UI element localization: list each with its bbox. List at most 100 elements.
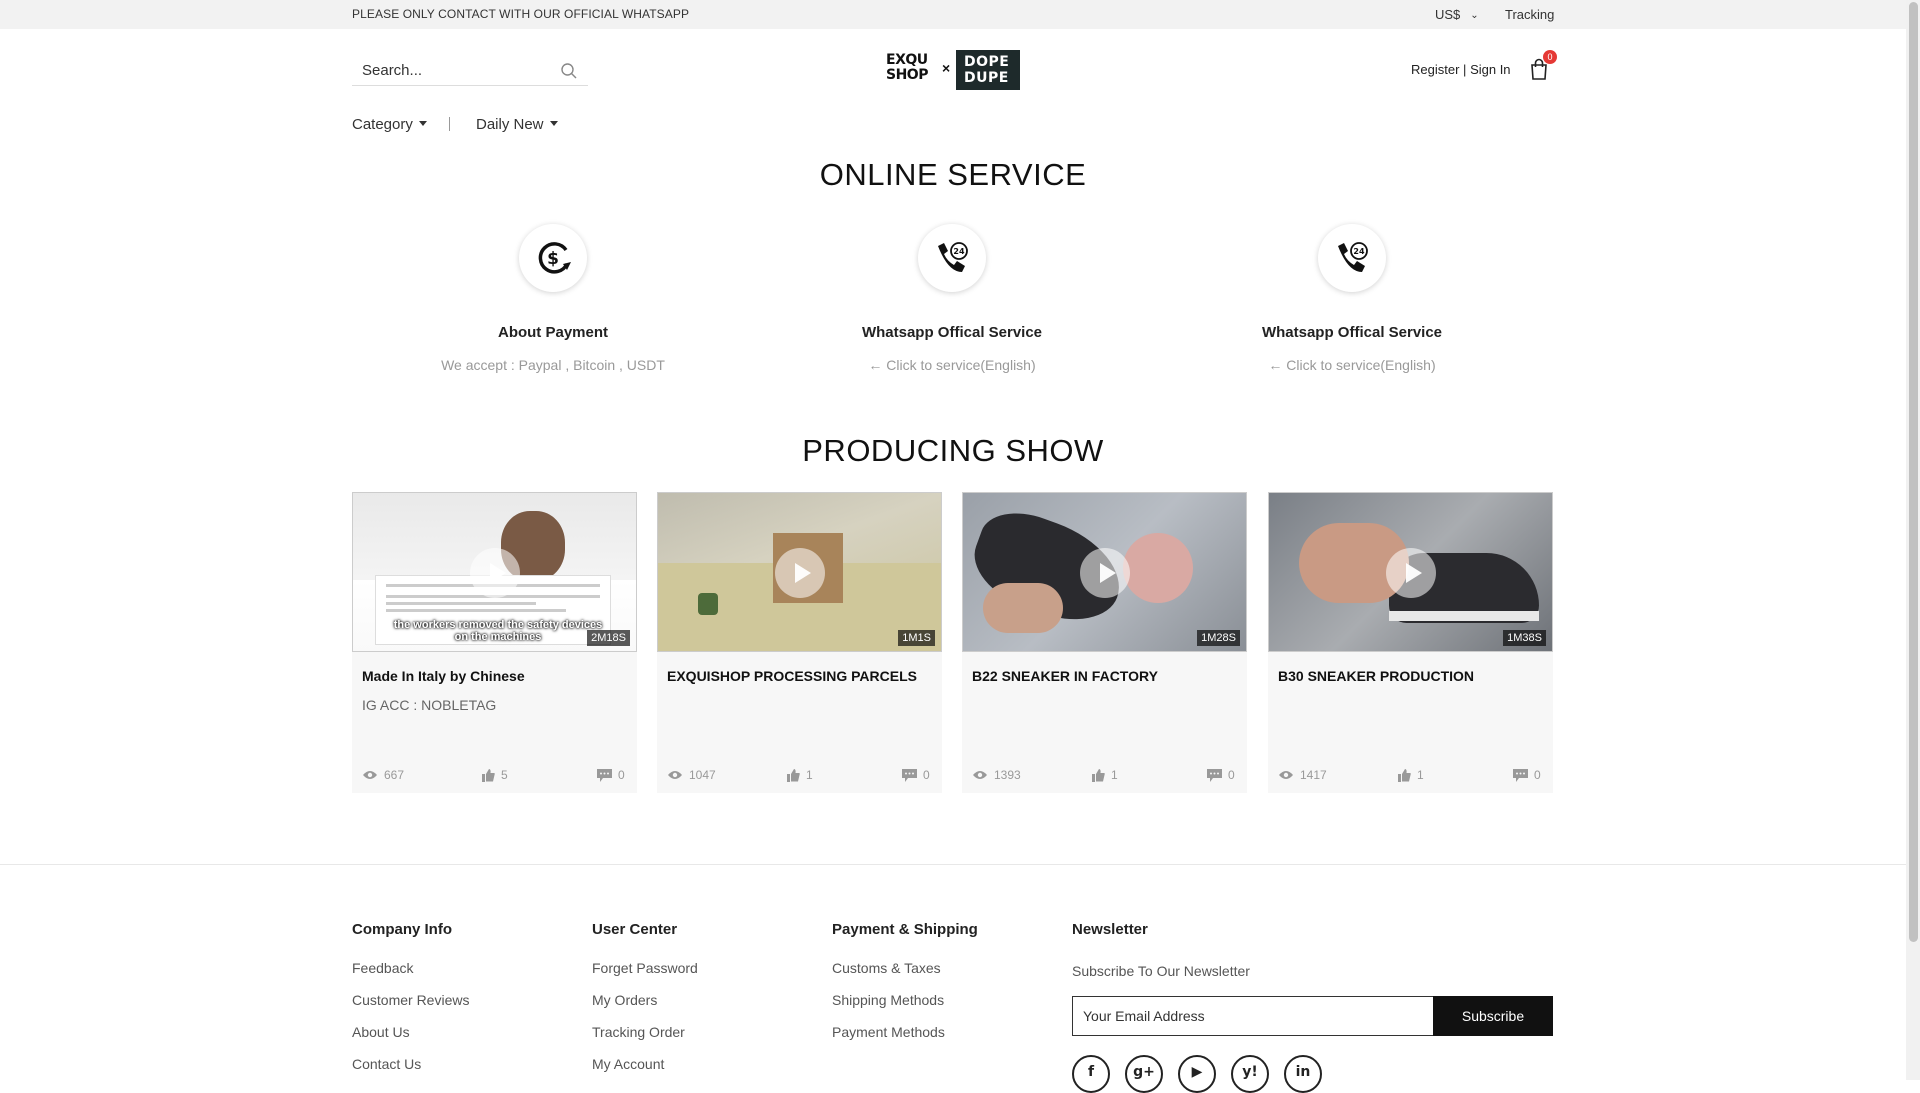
footer-link-shipping-methods[interactable]: Shipping Methods xyxy=(832,991,978,1023)
comments-count: 0 xyxy=(923,768,930,782)
likes-count: 1 xyxy=(1417,768,1424,782)
comments-count: 0 xyxy=(1228,768,1235,782)
comments-count: 0 xyxy=(1534,768,1541,782)
comment-icon xyxy=(1207,768,1222,782)
google-plus-icon[interactable]: g+ xyxy=(1125,1055,1163,1093)
caret-down-icon xyxy=(418,121,427,126)
newsletter-text: Subscribe To Our Newsletter xyxy=(1072,963,1250,979)
likes-stat[interactable]: 1 xyxy=(1092,768,1118,782)
comments-stat[interactable]: 0 xyxy=(1513,768,1541,782)
newsletter-email-box xyxy=(1072,996,1434,1036)
play-icon[interactable] xyxy=(1386,548,1436,598)
video-thumbnail[interactable]: 1M38S xyxy=(1268,492,1553,652)
dopedupe-logo: DOPE DUPE xyxy=(956,50,1020,90)
likes-stat[interactable]: 1 xyxy=(1398,768,1424,782)
thumbs-up-icon xyxy=(1398,768,1411,782)
comment-icon xyxy=(1513,768,1528,782)
grinding-wheel-figure xyxy=(1123,533,1193,603)
footer-newsletter: Newsletter xyxy=(1072,921,1148,959)
video-card[interactable]: 1M28S B22 SNEAKER IN FACTORY 1393 1 0 xyxy=(962,492,1247,793)
likes-count: 1 xyxy=(1111,768,1118,782)
views-stat: 1047 xyxy=(667,768,716,782)
video-title[interactable]: B30 SNEAKER PRODUCTION xyxy=(1278,668,1474,684)
footer-company-info: Company Info Feedback Customer Reviews A… xyxy=(352,921,469,1087)
footer-link-about-us[interactable]: About Us xyxy=(352,1023,469,1055)
tracking-link[interactable]: Tracking xyxy=(1505,7,1554,22)
nav-category[interactable]: Category xyxy=(352,116,427,133)
footer-link-customer-reviews[interactable]: Customer Reviews xyxy=(352,991,469,1023)
video-card[interactable]: 1M1S EXQUISHOP PROCESSING PARCELS 1047 1… xyxy=(657,492,942,793)
likes-stat[interactable]: 5 xyxy=(482,768,508,782)
cart-button[interactable]: 0 xyxy=(1529,50,1557,82)
footer-heading: Newsletter xyxy=(1072,921,1148,938)
footer-link-tracking-order[interactable]: Tracking Order xyxy=(592,1023,698,1055)
footer-link-customs-taxes[interactable]: Customs & Taxes xyxy=(832,959,978,991)
service-icon-circle: 24 xyxy=(1318,224,1386,292)
phone-24h-icon: 24 xyxy=(938,242,968,272)
service-description: ← Click to service(English) xyxy=(1268,357,1436,373)
play-icon[interactable] xyxy=(775,548,825,598)
currency-label: US$ xyxy=(1435,7,1461,22)
video-subtitle: IG ACC : NOBLETAG xyxy=(362,697,497,713)
video-stats: 1393 1 0 xyxy=(972,768,1237,782)
comment-icon xyxy=(902,768,917,782)
play-icon[interactable] xyxy=(1080,548,1130,598)
eye-icon xyxy=(363,771,377,779)
sign-in-link[interactable]: Sign In xyxy=(1470,62,1510,77)
video-thumbnail[interactable]: 1M28S xyxy=(962,492,1247,652)
footer-link-my-account[interactable]: My Account xyxy=(592,1055,698,1087)
likes-count: 1 xyxy=(806,768,813,782)
video-duration: 1M28S xyxy=(1197,630,1240,646)
footer-link-payment-methods[interactable]: Payment Methods xyxy=(832,1023,978,1055)
video-thumbnail[interactable]: the workers removed the safety devices o… xyxy=(352,492,637,652)
video-title[interactable]: B22 SNEAKER IN FACTORY xyxy=(972,668,1158,684)
footer-link-contact-us[interactable]: Contact Us xyxy=(352,1055,469,1087)
comments-stat[interactable]: 0 xyxy=(1207,768,1235,782)
search-input[interactable] xyxy=(352,56,552,84)
footer-link-feedback[interactable]: Feedback xyxy=(352,959,469,991)
yahoo-icon[interactable]: y! xyxy=(1231,1055,1269,1093)
newsletter-email-input[interactable] xyxy=(1073,997,1433,1035)
nav-category-label: Category xyxy=(352,116,413,133)
likes-stat[interactable]: 1 xyxy=(787,768,813,782)
footer-user-center: User Center Forget Password My Orders Tr… xyxy=(592,921,698,1087)
scrollbar-thumb[interactable] xyxy=(1909,2,1918,942)
comment-icon xyxy=(597,768,612,782)
worker-hand-figure xyxy=(983,583,1063,633)
service-whatsapp-2[interactable]: 24 Whatsapp Offical Service ← Click to s… xyxy=(1202,224,1502,373)
video-card[interactable]: 1M38S B30 SNEAKER PRODUCTION 1417 1 0 xyxy=(1268,492,1553,793)
svg-text:24: 24 xyxy=(953,247,965,256)
footer-link-forget-password[interactable]: Forget Password xyxy=(592,959,698,991)
video-thumbnail[interactable]: 1M1S xyxy=(657,492,942,652)
views-count: 667 xyxy=(384,768,405,782)
subscribe-button[interactable]: Subscribe xyxy=(1433,996,1553,1036)
search-icon[interactable] xyxy=(560,62,578,80)
video-card[interactable]: the workers removed the safety devices o… xyxy=(352,492,637,793)
footer-payment-shipping: Payment & Shipping Customs & Taxes Shipp… xyxy=(832,921,978,1055)
logo-cross: × xyxy=(942,60,951,76)
service-icon-circle: 24 xyxy=(918,224,986,292)
site-logo[interactable]: EXQU SHOP × DOPE DUPE xyxy=(886,50,1020,90)
comments-stat[interactable]: 0 xyxy=(597,768,625,782)
youtube-icon[interactable]: ▶ xyxy=(1178,1055,1216,1093)
linkedin-icon[interactable]: in xyxy=(1284,1055,1322,1093)
thumbs-up-icon xyxy=(1092,768,1105,782)
register-link[interactable]: Register xyxy=(1411,62,1459,77)
video-title[interactable]: EXQUISHOP PROCESSING PARCELS xyxy=(667,668,917,684)
comments-stat[interactable]: 0 xyxy=(902,768,930,782)
chevron-down-icon: ⌄ xyxy=(1470,10,1479,21)
page-scrollbar[interactable] xyxy=(1906,0,1920,1080)
play-icon[interactable] xyxy=(470,548,520,598)
eye-icon xyxy=(1279,771,1293,779)
cart-count-badge: 0 xyxy=(1543,50,1557,64)
video-duration: 2M18S xyxy=(587,630,630,646)
footer-heading: Company Info xyxy=(352,921,452,938)
video-title[interactable]: Made In Italy by Chinese xyxy=(362,668,525,684)
currency-selector[interactable]: US$ ⌄ xyxy=(1435,7,1479,22)
service-about-payment[interactable]: $ About Payment We accept : Paypal , Bit… xyxy=(403,224,703,373)
footer-link-my-orders[interactable]: My Orders xyxy=(592,991,698,1023)
nav-daily-new[interactable]: Daily New xyxy=(476,116,558,133)
service-whatsapp-1[interactable]: 24 Whatsapp Offical Service ← Click to s… xyxy=(802,224,1102,373)
eye-icon xyxy=(668,771,682,779)
facebook-icon[interactable]: f xyxy=(1072,1055,1110,1093)
